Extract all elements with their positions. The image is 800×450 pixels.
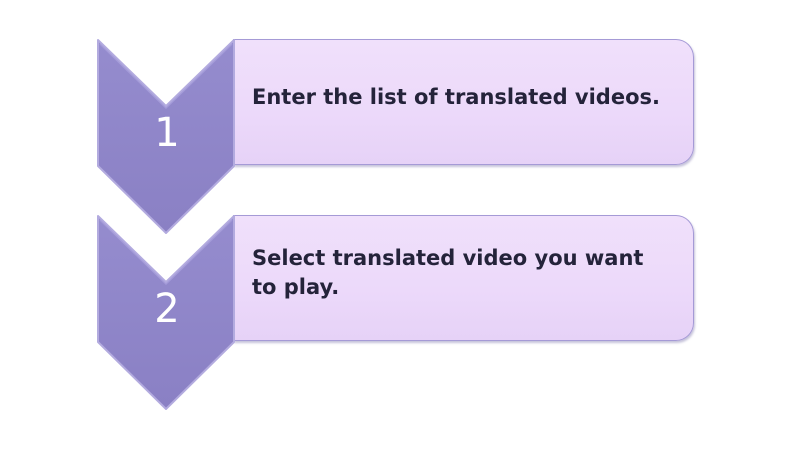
step-2-text: Select translated video you want to play…: [252, 246, 644, 299]
step-1-text: Enter the list of translated videos.: [252, 84, 660, 109]
step-2-number: 2: [154, 286, 180, 332]
step-1-text-box: Enter the list of translated videos.: [233, 39, 694, 165]
process-step-1: Enter the list of translated videos. 1: [0, 38, 800, 238]
process-step-2: Select translated video you want to play…: [0, 214, 800, 414]
step-2-text-box: Select translated video you want to play…: [233, 215, 694, 341]
process-diagram: Enter the list of translated videos. 1 S…: [0, 0, 800, 450]
step-1-number: 1: [154, 110, 180, 156]
